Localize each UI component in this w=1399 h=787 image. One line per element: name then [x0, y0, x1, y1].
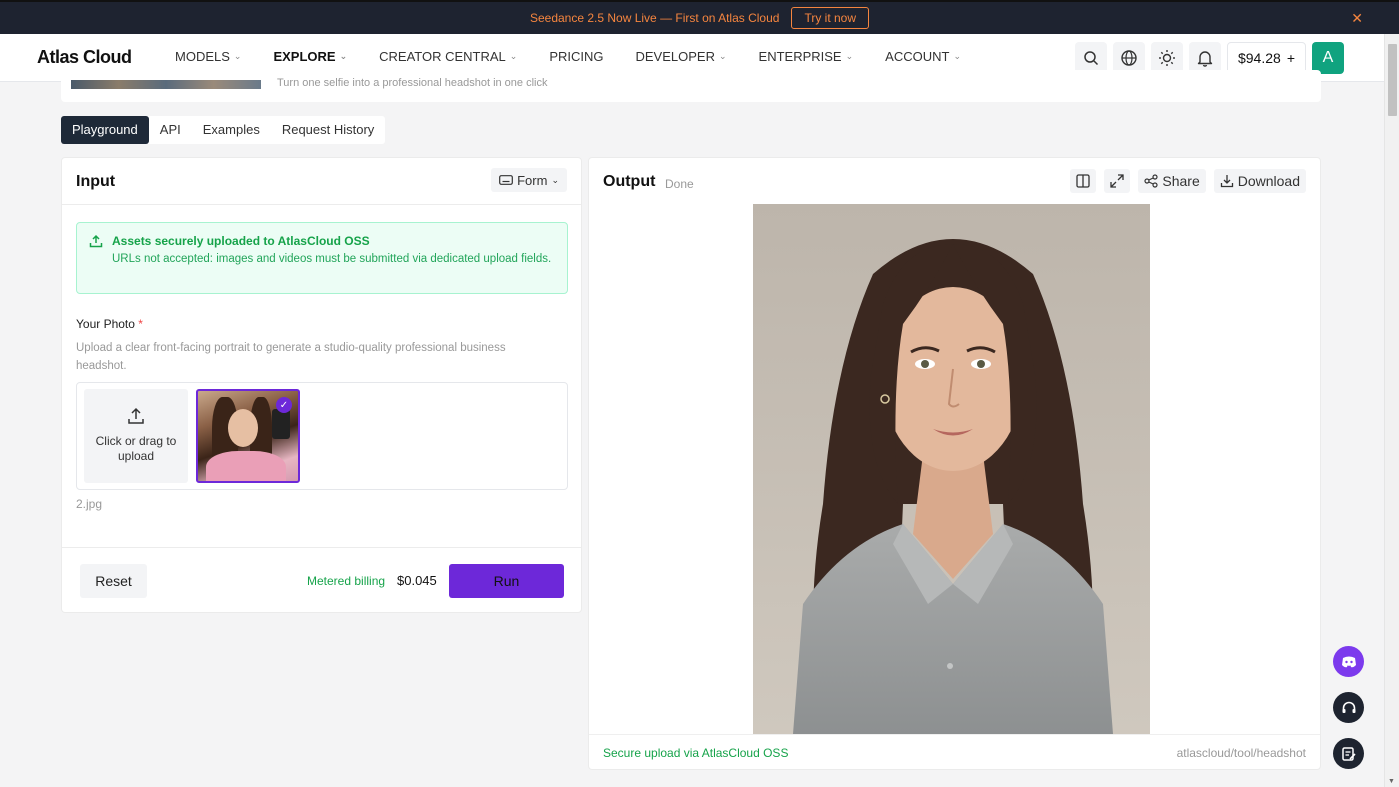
- close-icon[interactable]: ✕: [1351, 10, 1363, 27]
- search-icon: [1084, 51, 1099, 66]
- upload-notice: Assets securely uploaded to AtlasCloud O…: [76, 222, 568, 294]
- input-title: Input: [76, 173, 116, 190]
- tool-description: Turn one selfie into a professional head…: [277, 77, 548, 89]
- output-footer: Secure upload via AtlasCloud OSS atlascl…: [589, 734, 1320, 769]
- upload-icon: [128, 407, 144, 424]
- announcement-banner: Seedance 2.5 Now Live — First on Atlas C…: [0, 2, 1399, 34]
- nav-item-models[interactable]: MODELS ⌄: [175, 49, 241, 64]
- support-button[interactable]: [1333, 692, 1364, 723]
- tool-banner-image: [71, 80, 261, 89]
- nav-item-label: PRICING: [549, 49, 604, 64]
- discord-icon: [1341, 656, 1356, 667]
- chevron-down-icon: ⌄: [339, 51, 348, 61]
- output-status: Done: [665, 177, 694, 191]
- nav-menu: MODELS ⌄ EXPLORE ⌄ CREATOR CENTRAL ⌄ PRICIN…: [175, 49, 993, 64]
- chevron-down-icon: ⌄: [718, 51, 727, 61]
- notice-body: URLs not accepted: images and videos mus…: [112, 253, 552, 265]
- try-it-now-button[interactable]: Try it now: [791, 7, 870, 29]
- input-panel-footer: Reset Metered billing $0.045 Run: [62, 547, 581, 613]
- photo-label-text: Your Photo: [76, 317, 135, 331]
- secure-upload-note: Secure upload via AtlasCloud OSS: [603, 746, 789, 760]
- plus-icon: +: [1286, 50, 1295, 66]
- headset-icon: [1342, 701, 1355, 713]
- scroll-thumb[interactable]: [1388, 44, 1397, 116]
- required-mark: *: [138, 317, 143, 331]
- chevron-down-icon: ⌄: [845, 51, 854, 61]
- price-value: $0.045: [397, 573, 437, 588]
- discord-button[interactable]: [1333, 646, 1364, 677]
- output-toolbar: Share Download: [1070, 169, 1306, 193]
- thumb-shirt: [206, 451, 286, 481]
- sun-icon: [1158, 50, 1175, 66]
- globe-icon: [1121, 50, 1137, 66]
- upload-text: Click or drag to upload: [95, 434, 177, 463]
- share-button[interactable]: Share: [1138, 169, 1206, 193]
- download-label: Download: [1237, 173, 1300, 189]
- chevron-down-icon: ⌄: [551, 174, 559, 185]
- tool-header-card: Turn one selfie into a professional head…: [61, 70, 1321, 102]
- tab-examples[interactable]: Examples: [192, 116, 271, 144]
- logo[interactable]: Atlas Cloud: [37, 47, 132, 68]
- chevron-down-icon: ⌄: [953, 51, 961, 61]
- bell-icon: [1197, 51, 1213, 67]
- input-panel-header: Input Form ⌄: [62, 158, 581, 205]
- photo-field-description: Upload a clear front-facing portrait to …: [76, 342, 506, 372]
- thumb-phone: [272, 409, 290, 439]
- check-icon: ✓: [276, 397, 292, 413]
- nav-item-pricing[interactable]: PRICING: [549, 49, 603, 64]
- split-view-icon: [1076, 174, 1091, 188]
- notice-title: Assets securely uploaded to AtlasCloud O…: [112, 234, 370, 248]
- note-edit-icon: [1341, 746, 1356, 761]
- nav-item-label: ENTERPRISE: [758, 49, 842, 64]
- share-label: Share: [1162, 173, 1200, 189]
- banner-text: Seedance 2.5 Now Live — First on Atlas C…: [529, 11, 780, 25]
- scroll-down-arrow-icon[interactable]: ▼: [1388, 778, 1395, 785]
- expand-icon: [1110, 174, 1125, 188]
- nav-item-enterprise[interactable]: ENTERPRISE ⌄: [759, 49, 854, 64]
- feedback-button[interactable]: [1333, 738, 1364, 769]
- form-mode-dropdown[interactable]: Form ⌄: [491, 168, 567, 192]
- reset-button[interactable]: Reset: [80, 564, 147, 598]
- fullscreen-button[interactable]: [1104, 169, 1131, 193]
- uploaded-filename: 2.jpg: [76, 497, 103, 511]
- chevron-down-icon: ⌄: [233, 51, 242, 61]
- download-button[interactable]: Download: [1213, 169, 1306, 193]
- balance-amount: $94.28: [1237, 50, 1281, 66]
- run-button[interactable]: Run: [449, 564, 564, 598]
- billing-label: Metered billing: [307, 574, 386, 588]
- output-panel: Output Done Share Download Secure upload…: [588, 157, 1321, 770]
- nav-item-account[interactable]: ACCOUNT ⌄: [885, 49, 961, 64]
- input-panel: Input Form ⌄ Assets securely uploaded to…: [61, 157, 582, 613]
- output-headshot-image[interactable]: [753, 204, 1150, 734]
- chevron-down-icon: ⌄: [509, 51, 518, 61]
- form-mode-label: Form: [517, 172, 548, 188]
- nav-item-explore[interactable]: EXPLORE ⌄: [273, 49, 347, 64]
- compare-view-button[interactable]: [1070, 169, 1097, 193]
- download-icon: [1220, 175, 1233, 188]
- photo-field-label: Your Photo *: [76, 317, 143, 331]
- nav-item-label: DEVELOPER: [635, 49, 715, 64]
- nav-item-label: MODELS: [175, 49, 230, 64]
- nav-item-developer[interactable]: DEVELOPER ⌄: [636, 49, 727, 64]
- tab-request-history[interactable]: Request History: [271, 116, 385, 144]
- nav-item-label: EXPLORE: [273, 49, 336, 64]
- photo-upload-area: Click or drag to upload ✓: [76, 382, 568, 490]
- thumb-face: [228, 409, 258, 447]
- tool-path: atlascloud/tool/headshot: [1176, 746, 1306, 760]
- page-scrollbar[interactable]: ▼: [1384, 34, 1399, 787]
- keyboard-icon: [499, 175, 514, 185]
- tab-playground[interactable]: Playground: [61, 116, 149, 144]
- nav-item-label: CREATOR CENTRAL: [379, 49, 506, 64]
- output-title: Output: [603, 173, 656, 190]
- share-icon: [1144, 174, 1158, 188]
- upload-icon: [89, 234, 103, 248]
- upload-dropzone[interactable]: Click or drag to upload: [84, 389, 188, 483]
- nav-item-label: ACCOUNT: [885, 49, 950, 64]
- headshot-portrait: [753, 204, 1150, 734]
- uploaded-photo-thumbnail[interactable]: ✓: [196, 389, 300, 483]
- playground-tabs: Playground API Examples Request History: [61, 116, 386, 144]
- tab-api[interactable]: API: [149, 116, 192, 144]
- nav-item-creator-central[interactable]: CREATOR CENTRAL ⌄: [379, 49, 517, 64]
